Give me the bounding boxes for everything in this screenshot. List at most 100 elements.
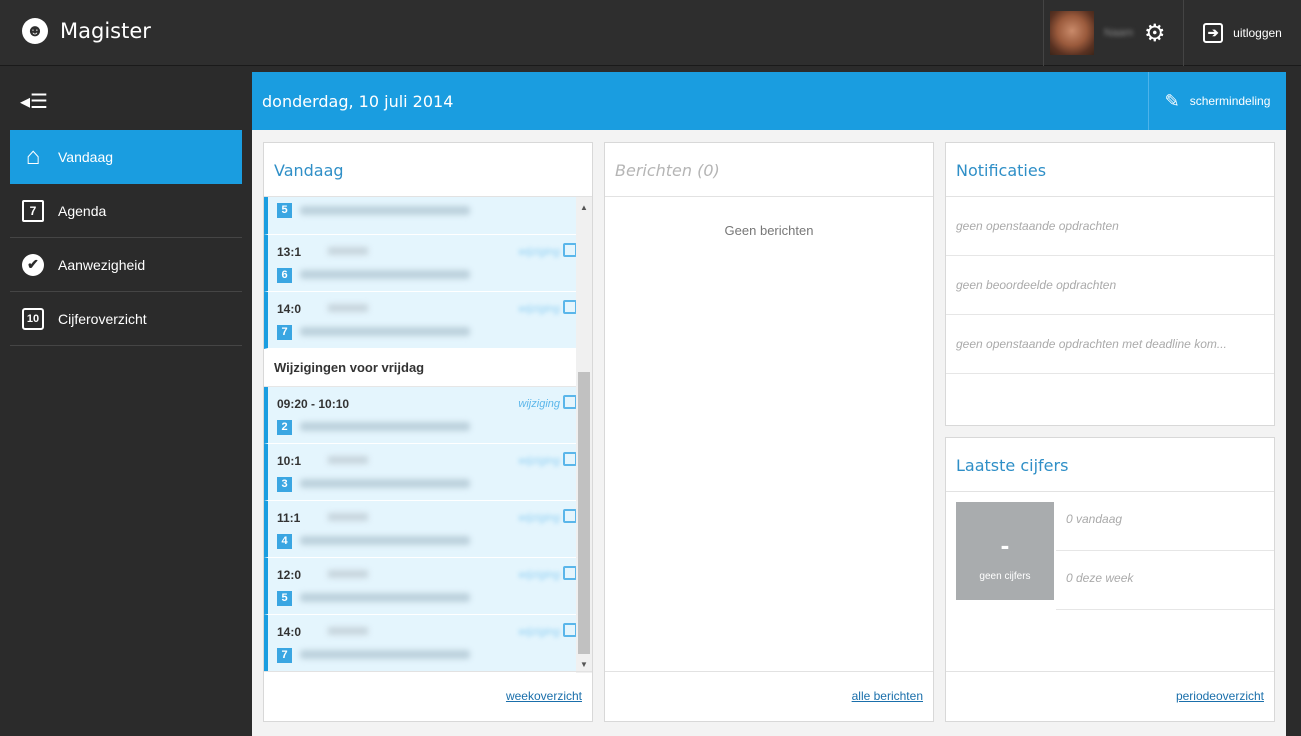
lesson-details [300, 327, 470, 336]
sidebar-item-agenda[interactable]: 7 Agenda [10, 184, 242, 238]
page-title: donderdag, 10 juli 2014 [262, 92, 454, 111]
sidebar-item-cijferoverzicht[interactable]: 10 Cijferoverzicht [10, 292, 242, 346]
lesson-time: 14:0 [277, 625, 302, 639]
lesson-change: wijziging [518, 398, 560, 410]
lesson-hour: 7 [277, 648, 292, 663]
layout-label: schermindeling [1189, 94, 1271, 108]
lesson-hour: 6 [277, 268, 292, 283]
periodeoverzicht-link[interactable]: periodeoverzicht [1176, 689, 1264, 703]
grade-tile[interactable]: - geen cijfers [956, 502, 1054, 600]
cijfers-body: - geen cijfers 0 vandaag 0 deze week [946, 492, 1274, 670]
lesson-item[interactable]: 09:20 - 10:10 wijziging 2 [264, 387, 586, 444]
lesson-hour: 5 [277, 203, 292, 218]
change-icon [563, 452, 577, 466]
vandaag-panel: Vandaag 5 13:1 wijziging 6 14:0 wijzigin… [263, 142, 593, 722]
top-bar: ☻ Magister Naam ⚙ ➔ uitloggen [0, 0, 1301, 66]
layout-button[interactable]: ✎ schermindeling [1148, 72, 1286, 130]
lesson-details [300, 422, 470, 431]
lesson-change: wijziging [518, 626, 560, 638]
lesson-time-blur [328, 570, 368, 578]
logout-button[interactable]: ➔ uitloggen [1183, 0, 1301, 66]
check-icon: ✔ [22, 253, 44, 276]
pencil-icon: ✎ [1164, 90, 1180, 111]
panel-title: Vandaag [264, 143, 592, 197]
cijfers-panel: Laatste cijfers - geen cijfers 0 vandaag… [945, 437, 1275, 722]
lesson-item[interactable]: 11:1 wijziging 4 [264, 501, 586, 558]
change-icon [563, 300, 577, 314]
weekoverzicht-link[interactable]: weekoverzicht [506, 689, 582, 703]
notification-item[interactable]: geen openstaande opdrachten [946, 197, 1274, 256]
lesson-time-blur [328, 456, 368, 464]
panel-footer: periodeoverzicht [946, 671, 1274, 721]
empty-message: Geen berichten [724, 223, 814, 238]
gear-icon[interactable]: ⚙ [1144, 19, 1166, 48]
user-menu[interactable]: Naam ⚙ [1043, 0, 1183, 66]
lesson-time: 13:1 [277, 245, 302, 259]
lesson-time: 10:1 [277, 454, 302, 468]
lesson-hour: 5 [277, 591, 292, 606]
sidebar-item-label: Aanwezigheid [58, 256, 146, 273]
notification-item[interactable]: geen openstaande opdrachten met deadline… [946, 315, 1274, 374]
notification-item[interactable]: geen beoordeelde opdrachten [946, 256, 1274, 315]
lesson-details [300, 206, 470, 215]
main-content: donderdag, 10 juli 2014 ✎ schermindeling… [252, 72, 1286, 736]
schedule-list[interactable]: 5 13:1 wijziging 6 14:0 wijziging 7 Wijz… [264, 197, 586, 673]
avatar[interactable] [1050, 11, 1094, 55]
lesson-item[interactable]: 13:1 wijziging 6 [264, 235, 586, 292]
lesson-item[interactable]: 12:0 wijziging 5 [264, 558, 586, 615]
lesson-change: wijziging [518, 512, 560, 524]
home-icon: ⌂ [25, 143, 41, 170]
grades-week: 0 deze week [1056, 551, 1274, 610]
lesson-hour: 3 [277, 477, 292, 492]
lesson-item[interactable]: 5 [264, 197, 586, 235]
change-icon [563, 395, 577, 409]
sidebar-item-label: Agenda [58, 202, 107, 219]
user-name: Naam [1104, 27, 1134, 39]
lesson-time: 11:1 [277, 511, 301, 525]
sidebar-item-aanwezigheid[interactable]: ✔ Aanwezigheid [10, 238, 242, 292]
scroll-down-icon[interactable]: ▼ [576, 660, 592, 669]
lesson-hour: 7 [277, 325, 292, 340]
lesson-change: wijziging [518, 303, 560, 315]
scroll-thumb[interactable] [578, 372, 590, 654]
lesson-time-blur [328, 304, 368, 312]
scrollbar[interactable]: ▲ ▼ [576, 197, 592, 673]
change-icon [563, 623, 577, 637]
lesson-item[interactable]: 14:0 wijziging 7 [264, 615, 586, 672]
lesson-time: 09:20 - 10:10 [277, 397, 350, 411]
grade-10-icon: 10 [22, 307, 44, 330]
grade-value: - [1000, 530, 1010, 560]
lesson-item[interactable]: 14:0 wijziging 7 [264, 292, 586, 349]
brand[interactable]: ☻ Magister [22, 18, 151, 44]
lesson-details [300, 536, 470, 545]
panel-title: Berichten (0) [605, 143, 933, 197]
sidebar-item-vandaag[interactable]: ⌂ Vandaag [10, 130, 242, 184]
scroll-up-icon[interactable]: ▲ [576, 203, 592, 212]
sidebar-item-label: Cijferoverzicht [58, 310, 147, 327]
lesson-time-blur [328, 513, 368, 521]
grade-label: geen cijfers [979, 571, 1031, 582]
logout-icon: ➔ [1203, 23, 1224, 43]
people-icon: ☻ [22, 18, 48, 44]
panel-title: Laatste cijfers [946, 438, 1274, 492]
berichten-panel: Berichten (0) Geen berichten alle berich… [604, 142, 934, 722]
lesson-details [300, 593, 470, 602]
lesson-change: wijziging [518, 455, 560, 467]
panel-footer: alle berichten [605, 671, 933, 721]
top-right-controls: Naam ⚙ ➔ uitloggen [1043, 0, 1301, 66]
change-icon [563, 566, 577, 580]
lesson-hour: 2 [277, 420, 292, 435]
lesson-details [300, 479, 470, 488]
app-title: Magister [60, 19, 151, 43]
menu-collapse-icon[interactable]: ◂☰ [10, 72, 242, 130]
lesson-item[interactable]: 10:1 wijziging 3 [264, 444, 586, 501]
date-bar: donderdag, 10 juli 2014 ✎ schermindeling [252, 72, 1286, 130]
lesson-time-blur [328, 247, 368, 255]
alle-berichten-link[interactable]: alle berichten [852, 689, 923, 703]
lesson-hour: 4 [277, 534, 292, 549]
lesson-time: 14:0 [277, 302, 302, 316]
change-icon [563, 509, 577, 523]
lesson-change: wijziging [518, 569, 560, 581]
lesson-time: 12:0 [277, 568, 302, 582]
logout-label: uitloggen [1233, 26, 1282, 40]
